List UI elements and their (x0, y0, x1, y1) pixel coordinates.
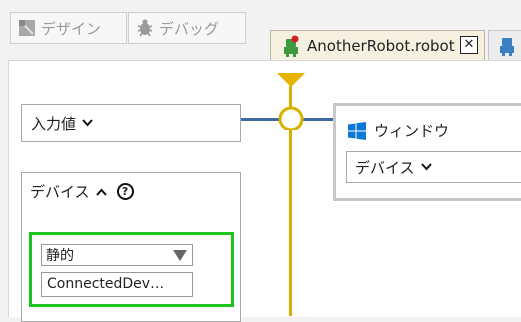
bug-icon (135, 18, 155, 38)
device-node: デバイス ? 静的 ConnectedDev… (21, 172, 241, 322)
window-device-select[interactable]: デバイス (346, 151, 521, 183)
input-value-node[interactable]: 入力値 (21, 104, 241, 142)
chevron-down-icon[interactable] (82, 119, 93, 127)
design-icon (17, 18, 37, 38)
dropdown-arrow-icon[interactable] (173, 250, 187, 261)
mode-select-value: 静的 (46, 248, 74, 264)
help-icon[interactable]: ? (116, 183, 134, 200)
design-mode-label: デザイン (41, 19, 102, 38)
design-mode-button[interactable]: デザイン (10, 12, 127, 44)
robot-icon (281, 35, 301, 57)
chevron-up-icon[interactable] (95, 188, 107, 196)
window-device-label: デバイス (355, 158, 415, 177)
device-config-highlight: 静的 ConnectedDev… (29, 232, 234, 307)
flow-marker[interactable] (271, 70, 311, 130)
close-icon[interactable]: ✕ (460, 36, 478, 54)
debug-mode-button[interactable]: デバッグ (128, 12, 246, 44)
top-toolbar: デザイン デバッグ AnotherRobot.robot ✕ (0, 0, 521, 62)
window-node[interactable]: ウィンドウ デバイス (333, 103, 521, 201)
tab-another-robot[interactable]: AnotherRobot.robot ✕ (270, 30, 485, 60)
tab-label: AnotherRobot.robot (307, 36, 455, 55)
window-title: ウィンドウ (374, 122, 450, 140)
device-value-field[interactable]: ConnectedDev… (41, 272, 193, 297)
debug-mode-label: デバッグ (159, 19, 220, 38)
windows-logo-icon (348, 121, 366, 140)
tab-second[interactable] (488, 30, 521, 60)
mode-select[interactable]: 静的 (41, 244, 193, 266)
device-label: デバイス (30, 183, 90, 201)
input-value-label: 入力値 (31, 114, 77, 133)
robot-icon (498, 36, 516, 60)
chevron-down-icon[interactable] (420, 163, 432, 171)
